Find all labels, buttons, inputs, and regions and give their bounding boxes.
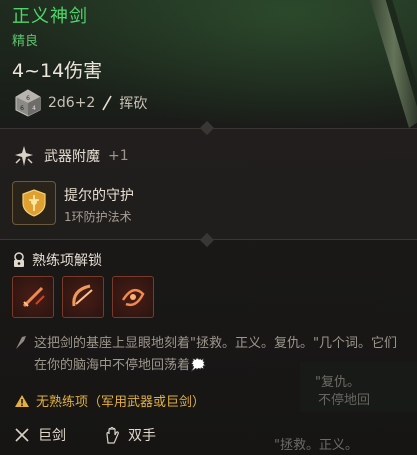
spell-level: 1环防护法术 — [64, 210, 132, 224]
warning-text: 无熟练项（军用武器或巨剑） — [36, 395, 206, 410]
damage-type: 挥砍 — [119, 96, 148, 112]
enchant-sparkle-icon — [15, 146, 33, 166]
dice-icon: 6 6 4 — [15, 89, 41, 117]
lock-unlock-icon — [14, 252, 24, 267]
bow-action-icon[interactable] — [62, 276, 104, 318]
svg-text:6: 6 — [20, 105, 24, 112]
shield-spell-icon — [22, 189, 46, 217]
enchantment-label: 武器附魔 — [44, 149, 100, 165]
item-rarity: 精良 — [12, 34, 39, 49]
dice-formula: 2d6+2 — [48, 95, 96, 111]
slash-action-icon[interactable] — [12, 276, 54, 318]
weapon-footer: 巨剑 双手 — [14, 425, 156, 445]
hand-icon — [106, 426, 119, 444]
whirl-slash-icon — [121, 288, 145, 307]
spell-icon-frame[interactable] — [12, 181, 56, 225]
enchantment-count: +1 — [108, 148, 129, 164]
svg-text:6: 6 — [26, 95, 30, 102]
spell-name: 提尔的守护 — [64, 188, 134, 204]
damage-dice-row: 6 6 4 2d6+2 挥砍 — [14, 88, 147, 118]
item-name: 正义神剑 — [12, 6, 88, 27]
crescent-slash-icon — [72, 284, 93, 307]
proficiency-actions — [12, 276, 154, 318]
weapon-type: 巨剑 — [38, 428, 66, 444]
svg-text:4: 4 — [32, 105, 36, 112]
sword-art-icon — [370, 0, 417, 128]
quill-icon — [16, 336, 26, 349]
item-tooltip: 正义神剑 精良 4~14伤害 6 6 4 2d6+2 挥砍 武器附魔 +1 提尔… — [0, 0, 417, 455]
weapon-hands: 双手 — [128, 428, 156, 444]
overlay-text-2: 不停地回 — [318, 393, 371, 408]
bottom-notch — [199, 232, 215, 248]
warning-icon — [15, 394, 29, 407]
slash-icon — [102, 95, 113, 111]
enchantment-section: 武器附魔 +1 提尔的守护 1环防护法术 — [0, 120, 417, 248]
enchantment-header: 武器附魔 +1 — [12, 145, 129, 167]
proficiency-warning: 无熟练项（军用武器或巨剑） — [14, 391, 205, 410]
top-notch — [199, 120, 215, 136]
sword-strike-icon — [22, 286, 45, 308]
item-damage: 4~14伤害 — [12, 60, 103, 82]
flourish-action-icon[interactable] — [112, 276, 154, 318]
overlay-text-1: "复仇。 — [315, 375, 360, 390]
proficiency-header: 熟练项解锁 — [12, 250, 102, 270]
overlay-text-3: "拯救。正义。 — [274, 438, 358, 453]
crossed-swords-icon — [15, 428, 29, 442]
proficiency-label: 熟练项解锁 — [32, 253, 102, 269]
